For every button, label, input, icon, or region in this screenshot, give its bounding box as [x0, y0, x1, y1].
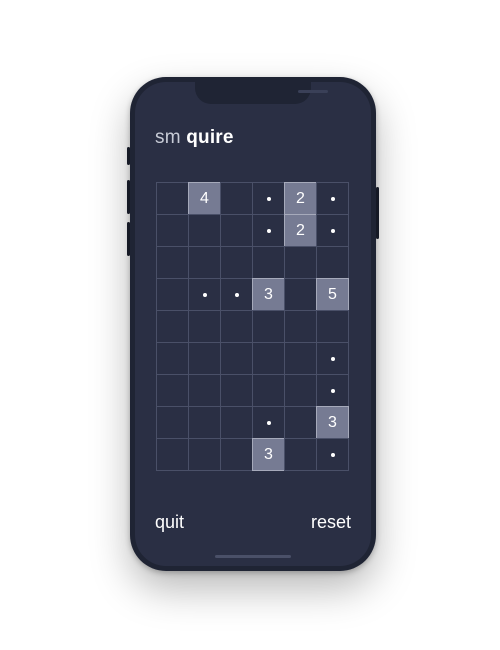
dot-marker — [202, 292, 207, 297]
board-cell[interactable] — [156, 406, 189, 439]
volume-up-button — [127, 180, 130, 214]
app-title: sm quire — [155, 127, 234, 149]
dot-marker — [266, 228, 271, 233]
notch — [195, 82, 328, 104]
board-cell[interactable] — [188, 246, 221, 279]
board-cell[interactable] — [188, 406, 221, 439]
home-indicator[interactable] — [215, 555, 291, 558]
board-cell[interactable] — [220, 214, 253, 247]
board-cell[interactable] — [284, 438, 317, 471]
board-cell-clue[interactable]: 3 — [252, 278, 285, 311]
power-button — [376, 187, 379, 239]
board-cell[interactable] — [252, 246, 285, 279]
board-cell-dot[interactable] — [316, 438, 349, 471]
board-cell[interactable] — [284, 374, 317, 407]
board-cell[interactable] — [156, 278, 189, 311]
board-cell[interactable] — [156, 246, 189, 279]
board-cell[interactable] — [220, 246, 253, 279]
dot-marker — [330, 388, 335, 393]
title-main: quire — [186, 127, 234, 148]
board-cell-dot[interactable] — [252, 182, 285, 215]
board-cell[interactable] — [316, 310, 349, 343]
board-cell[interactable] — [220, 374, 253, 407]
board-cell[interactable] — [284, 278, 317, 311]
board-cell[interactable] — [156, 342, 189, 375]
board-cell[interactable] — [188, 438, 221, 471]
board-cell-dot[interactable] — [316, 182, 349, 215]
board-cell-dot[interactable] — [252, 214, 285, 247]
board-cell[interactable] — [284, 310, 317, 343]
board-cell[interactable] — [220, 182, 253, 215]
board-cell-dot[interactable] — [188, 278, 221, 311]
board-cell-clue[interactable]: 4 — [188, 182, 221, 215]
board-cell[interactable] — [188, 374, 221, 407]
board-cell[interactable] — [156, 214, 189, 247]
board-cell-dot[interactable] — [220, 278, 253, 311]
board-cell[interactable] — [284, 342, 317, 375]
board-cell[interactable] — [316, 246, 349, 279]
dot-marker — [330, 228, 335, 233]
board-cell-dot[interactable] — [252, 406, 285, 439]
board-cell-dot[interactable] — [316, 374, 349, 407]
dot-marker — [330, 356, 335, 361]
board-cell[interactable] — [284, 406, 317, 439]
quit-button[interactable]: quit — [155, 512, 184, 533]
board-cell-clue[interactable]: 5 — [316, 278, 349, 311]
board-cell-clue[interactable]: 2 — [284, 182, 317, 215]
board-cell[interactable] — [252, 342, 285, 375]
volume-down-button — [127, 222, 130, 256]
board-cell[interactable] — [156, 310, 189, 343]
board-cell[interactable] — [220, 438, 253, 471]
board-cell[interactable] — [156, 438, 189, 471]
board-cell-dot[interactable] — [316, 342, 349, 375]
dot-marker — [266, 420, 271, 425]
mute-switch — [127, 147, 130, 165]
phone-frame: sm quire 4223533 quit reset — [127, 77, 379, 571]
board-cell[interactable] — [252, 374, 285, 407]
board-cell-clue[interactable]: 2 — [284, 214, 317, 247]
board-cell-clue[interactable]: 3 — [316, 406, 349, 439]
dot-marker — [330, 196, 335, 201]
board-cell[interactable] — [156, 182, 189, 215]
board-cell[interactable] — [284, 246, 317, 279]
dot-marker — [234, 292, 239, 297]
puzzle-board: 4223533 — [156, 182, 351, 475]
board-cell[interactable] — [252, 310, 285, 343]
dot-marker — [266, 196, 271, 201]
reset-button[interactable]: reset — [311, 512, 351, 533]
board-cell[interactable] — [188, 310, 221, 343]
board-cell[interactable] — [220, 310, 253, 343]
board-cell[interactable] — [188, 214, 221, 247]
board-cell-clue[interactable]: 3 — [252, 438, 285, 471]
title-prefix: sm — [155, 127, 181, 148]
speaker-grille — [298, 90, 328, 93]
dot-marker — [330, 452, 335, 457]
board-cell[interactable] — [188, 342, 221, 375]
app-screen: sm quire 4223533 quit reset — [135, 82, 371, 566]
board-cell[interactable] — [220, 406, 253, 439]
board-cell[interactable] — [220, 342, 253, 375]
board-cell[interactable] — [156, 374, 189, 407]
board-cell-dot[interactable] — [316, 214, 349, 247]
